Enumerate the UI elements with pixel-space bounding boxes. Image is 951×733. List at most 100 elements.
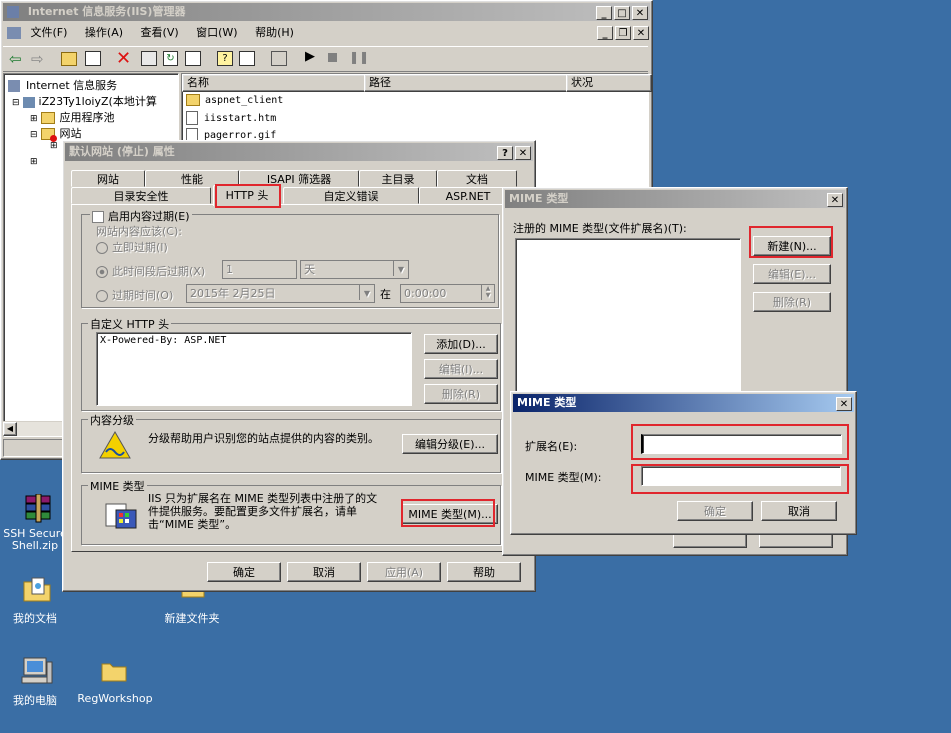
desktop-icon-label: 我的文档 — [13, 612, 57, 625]
menu-action[interactable]: 操作(A) — [85, 26, 123, 39]
highlight-new-button — [749, 226, 833, 258]
mime-list-label: 注册的 MIME 类型(文件扩展名)(T): — [513, 222, 687, 235]
custom-headers-list[interactable]: X-Powered-By: ASP.NET — [96, 332, 412, 406]
ok-button[interactable]: 确定 — [207, 562, 281, 582]
content-rating-label: 内容分级 — [88, 412, 136, 428]
expire-after-radio[interactable]: 此时间段后过期(X) — [96, 263, 205, 279]
refresh-icon[interactable]: ↻ — [163, 51, 178, 66]
computer-icon[interactable] — [271, 51, 287, 66]
help-button-bottom[interactable]: 帮助 — [447, 562, 521, 582]
menu-help[interactable]: 帮助(H) — [255, 26, 294, 39]
expire-after-value[interactable]: 1 — [222, 260, 297, 279]
computer-icon — [22, 96, 35, 108]
expire-at-label: 在 — [380, 288, 391, 301]
tab-website[interactable]: 网站 — [71, 170, 145, 187]
desktop-icon-label: SSH Secure Shell.zip — [3, 527, 67, 552]
rating-icon — [99, 430, 131, 459]
expire-time-input[interactable]: 0:00:00 ▲ ▼ — [400, 284, 495, 303]
iis-titlebar[interactable]: Internet 信息服务(IIS)管理器 _ □ ✕ — [3, 3, 650, 21]
help-icon[interactable]: ? — [217, 51, 233, 66]
highlight-http-tab — [215, 184, 281, 208]
column-header-name[interactable]: 名称 — [182, 74, 366, 92]
content-expiration-group: 启用内容过期(E) 网站内容应该(C): 立即过期(I) 此时间段后过期(X) … — [81, 208, 499, 308]
highlight-mime-button — [401, 499, 495, 527]
mmc-menu-icon[interactable] — [7, 27, 21, 39]
apply-button[interactable]: 应用(A) — [367, 562, 441, 582]
list-item[interactable]: aspnet_client — [186, 94, 283, 106]
cancel-button[interactable]: 取消 — [287, 562, 361, 582]
minimize-button[interactable]: _ — [596, 6, 612, 20]
child-restore-button[interactable]: ❐ — [615, 26, 631, 40]
child-minimize-button[interactable]: _ — [597, 26, 613, 40]
help-button[interactable]: ? — [497, 146, 513, 160]
add-header-button[interactable]: 添加(D)... — [424, 334, 498, 354]
menu-file[interactable]: 文件(F) — [31, 26, 68, 39]
edit-header-button[interactable]: 编辑(I)... — [424, 359, 498, 379]
tree-expand-icon[interactable]: ⊞ — [30, 157, 38, 167]
close-button[interactable]: ✕ — [827, 193, 843, 207]
list-item[interactable]: X-Powered-By: ASP.NET — [97, 333, 411, 348]
child-close-button[interactable]: ✕ — [633, 26, 649, 40]
desktop-icon-ssh[interactable]: SSH Secure Shell.zip — [2, 492, 68, 554]
column-header-path[interactable]: 路径 — [364, 74, 568, 92]
content-rating-group: 内容分级 分级帮助用户识别您的站点提供的内容的类别。 编辑分级(E)... — [81, 412, 501, 473]
desktop-icon-my-computer[interactable]: 我的电脑 — [2, 654, 68, 710]
tree-item-websites[interactable]: ⊟ 网站 — [30, 125, 82, 142]
tab-directory-security[interactable]: 目录安全性 — [71, 187, 211, 204]
file-icon — [186, 111, 198, 125]
export-icon[interactable] — [185, 51, 201, 66]
play-icon[interactable]: ▶ — [305, 49, 315, 64]
back-icon[interactable]: ⇦ — [9, 50, 22, 68]
enable-expiration-checkbox[interactable]: 启用内容过期(E) — [90, 208, 192, 224]
edit-rating-button[interactable]: 编辑分级(E)... — [402, 434, 498, 454]
stop-icon[interactable] — [328, 53, 337, 62]
list-item[interactable]: iisstart.htm — [186, 111, 276, 125]
tree-expand-icon[interactable]: ⊞ — [50, 141, 58, 151]
forward-icon[interactable]: ⇨ — [31, 50, 44, 68]
expire-unit-select[interactable]: 天 ▼ — [300, 260, 409, 279]
mime-types-desc: IIS 只为扩展名在 MIME 类型列表中注册了的文件提供服务。要配置更多文件扩… — [148, 492, 378, 531]
mime-list-box[interactable] — [515, 238, 741, 400]
close-button[interactable]: ✕ — [836, 397, 852, 411]
delete-header-button[interactable]: 删除(R) — [424, 384, 498, 404]
maximize-button[interactable]: □ — [614, 6, 630, 20]
tab-documents[interactable]: 文档 — [437, 170, 517, 187]
close-button[interactable]: ✕ — [632, 6, 648, 20]
up-folder-icon[interactable] — [61, 52, 77, 66]
mime-edit-titlebar[interactable]: MIME 类型 ✕ — [513, 394, 854, 412]
delete-icon[interactable]: ✕ — [116, 48, 131, 69]
expire-immediately-radio[interactable]: 立即过期(I) — [96, 239, 168, 255]
menu-window[interactable]: 窗口(W) — [196, 26, 237, 39]
my-documents-icon — [23, 577, 51, 602]
mime-type-label: MIME 类型(M): — [525, 471, 602, 484]
tree-item-server[interactable]: ⊟ iZ23Ty1loiyZ(本地计算 — [12, 93, 157, 109]
expire-date-picker[interactable]: 2015年 2月25日 ▼ — [186, 284, 375, 303]
desktop-icon-regworkshop[interactable]: RegWorkshop — [76, 654, 154, 710]
pause-icon[interactable]: ❚❚ — [349, 50, 369, 64]
tab-custom-errors[interactable]: 自定义错误 — [283, 187, 419, 204]
edit-mime-button[interactable]: 编辑(E)... — [753, 264, 831, 284]
properties-titlebar[interactable]: 默认网站 (停止) 属性 ? ✕ — [65, 143, 533, 161]
show-tree-icon[interactable] — [85, 51, 101, 66]
column-header-status[interactable]: 状况 — [566, 74, 652, 92]
mime-list-titlebar[interactable]: MIME 类型 ✕ — [505, 190, 845, 208]
ok-button[interactable]: 确定 — [677, 501, 753, 521]
desktop-icon-my-documents[interactable]: 我的文档 — [2, 572, 68, 628]
expire-at-radio[interactable]: 过期时间(O) — [96, 287, 173, 303]
tree-item-root[interactable]: Internet 信息服务 — [8, 77, 117, 93]
properties-icon[interactable] — [141, 51, 157, 66]
delete-mime-button[interactable]: 删除(R) — [753, 292, 831, 312]
scroll-left-button[interactable]: ◀ — [3, 422, 17, 436]
tab-home-directory[interactable]: 主目录 — [359, 170, 437, 187]
spin-icon[interactable]: ▲ ▼ — [481, 285, 494, 300]
winrar-archive-icon — [25, 494, 51, 523]
iis-title: Internet 信息服务(IIS)管理器 — [27, 5, 186, 18]
close-button[interactable]: ✕ — [515, 146, 531, 160]
mime-types-icon — [105, 503, 137, 529]
menu-view[interactable]: 查看(V) — [141, 26, 179, 39]
cancel-button[interactable]: 取消 — [761, 501, 837, 521]
view-icon[interactable] — [239, 51, 255, 66]
custom-headers-label: 自定义 HTTP 头 — [88, 316, 172, 332]
highlight-extension-input — [631, 424, 849, 460]
tree-item-app-pools[interactable]: ⊞ 应用程序池 — [30, 109, 115, 125]
